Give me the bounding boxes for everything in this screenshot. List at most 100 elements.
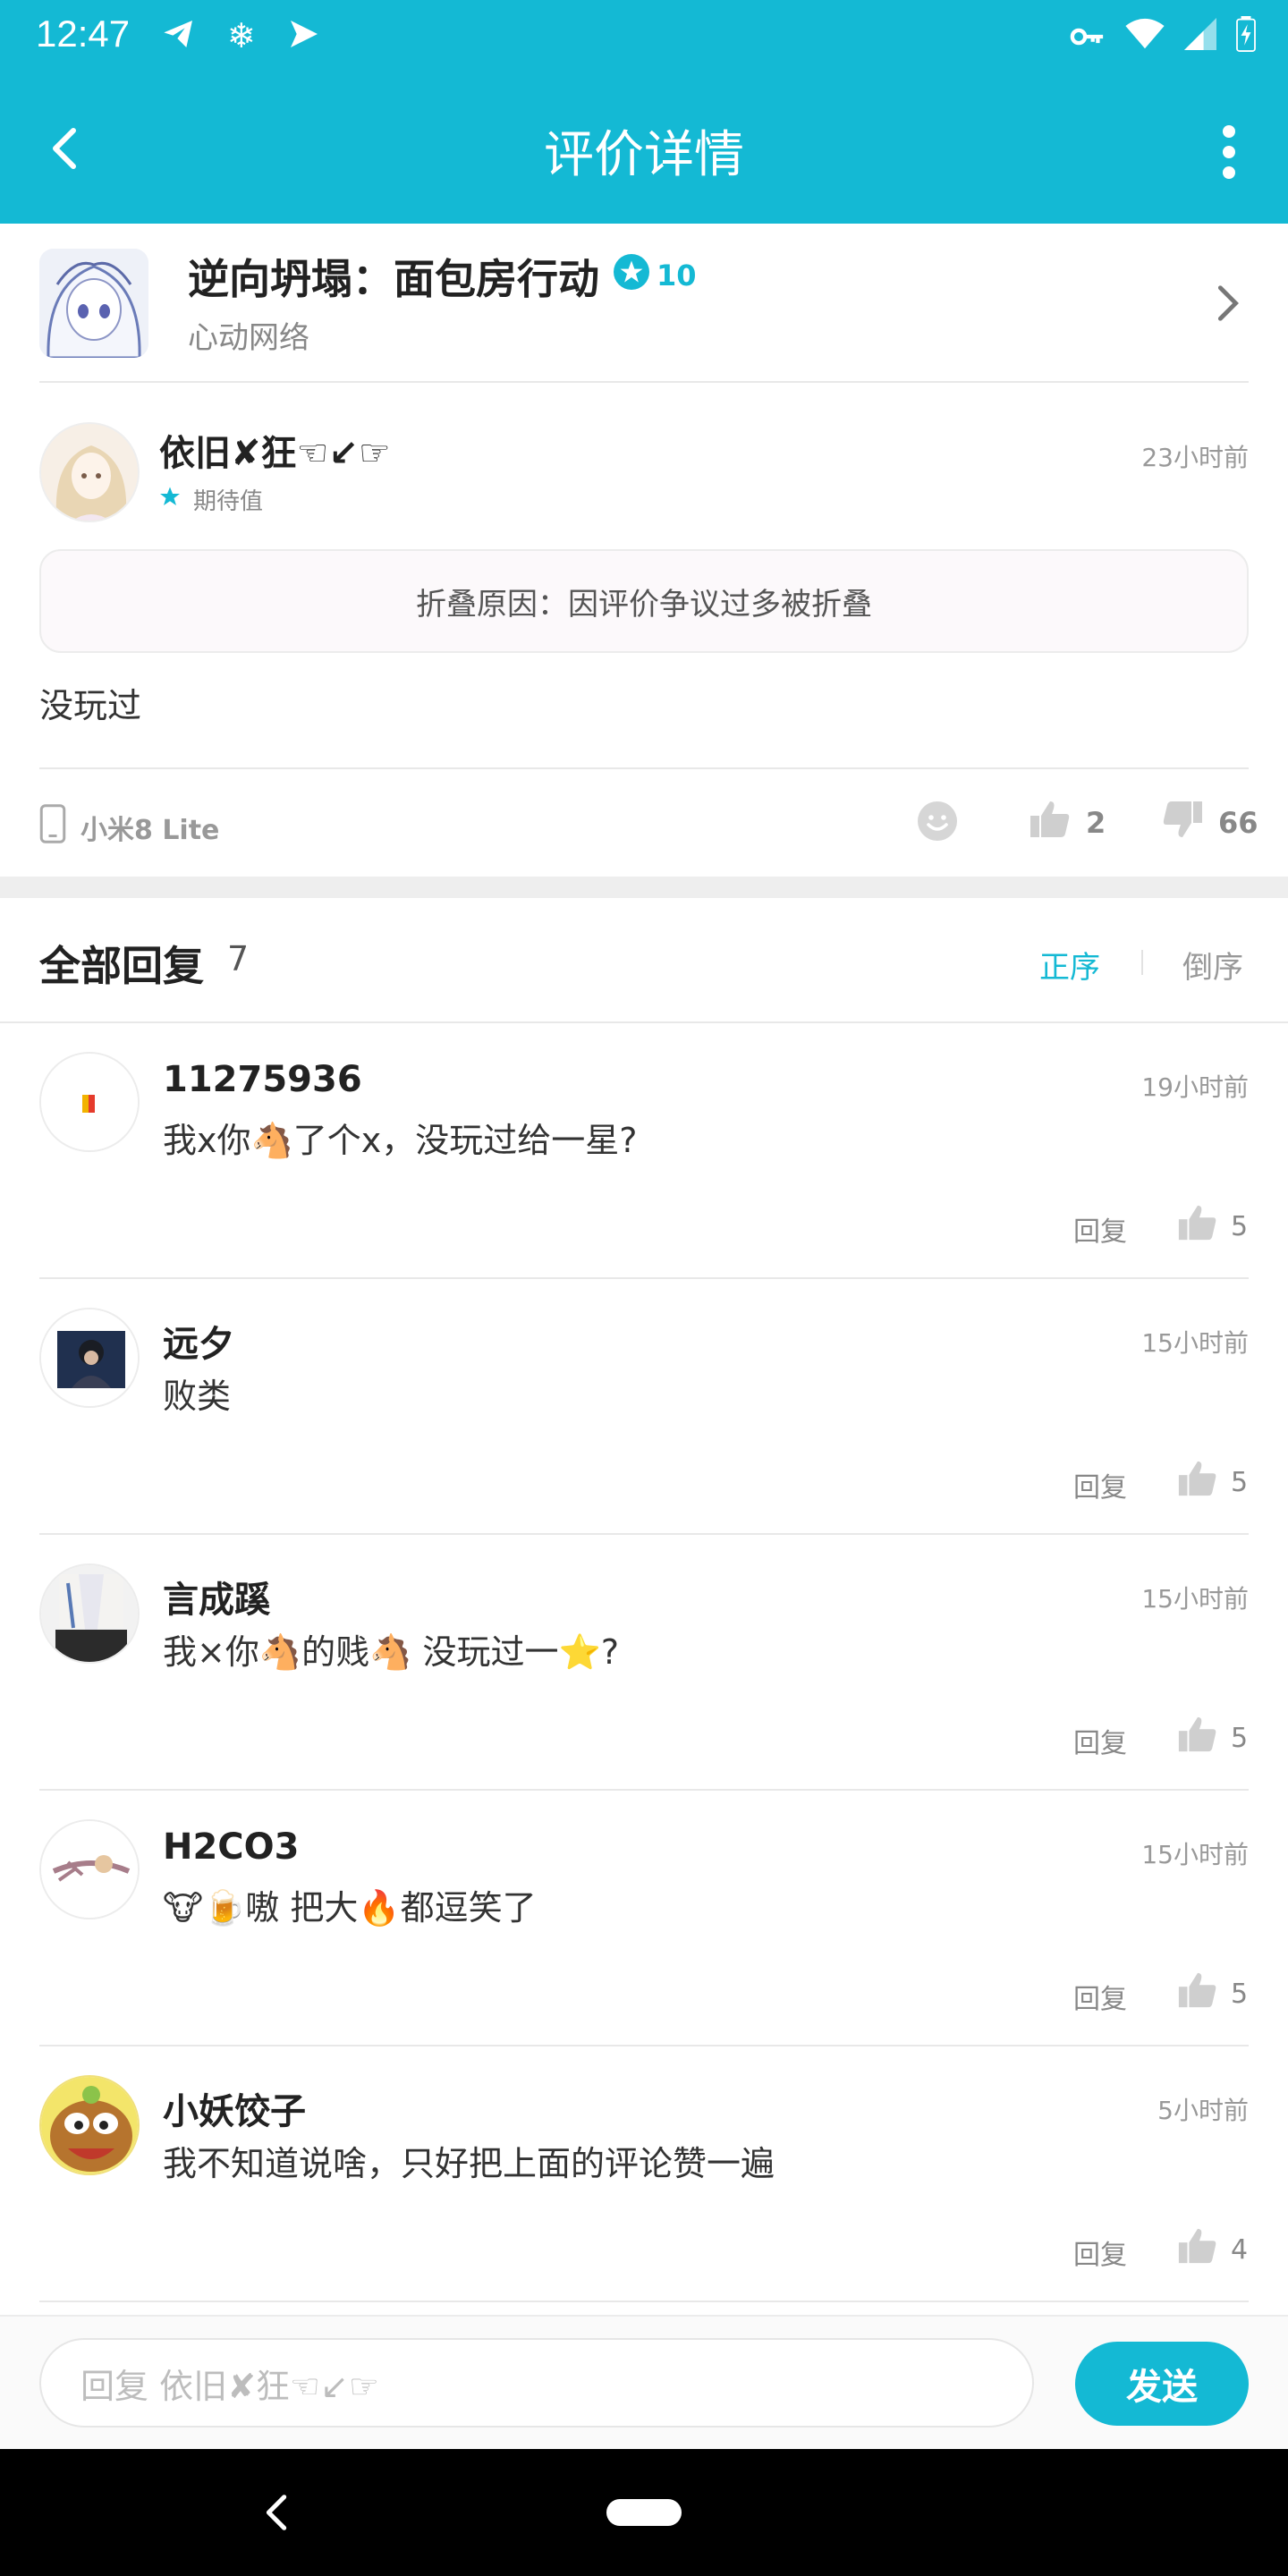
reply-like-count: 5: [1231, 1210, 1249, 1242]
score-value: 10: [657, 258, 697, 292]
game-developer: 心动网络: [188, 320, 309, 356]
reply-button[interactable]: 回复: [1073, 1977, 1127, 2016]
reply-button[interactable]: 回复: [1073, 1209, 1127, 1249]
device-name: 小米8 Lite: [80, 815, 220, 846]
reply-author-name[interactable]: 言成蹊: [163, 1571, 270, 1623]
replies-count: 7: [227, 939, 250, 979]
game-score: 10: [614, 254, 697, 297]
reply-button[interactable]: 回复: [1073, 1465, 1127, 1504]
reply-avatar[interactable]: [39, 1563, 140, 1664]
reply-text: 我x你🐴了个x，没玩过给一星?: [163, 1121, 638, 1160]
reply-input-bar: 回复 依旧✘狂☜↙☞ 发送: [0, 2315, 1288, 2449]
system-nav-bar: [0, 2449, 1288, 2576]
review-rating: 期待值: [159, 483, 263, 516]
status-bar: 12:47 ❄: [0, 0, 1288, 75]
section-divider: [0, 877, 1288, 898]
reply-like-count: 4: [1231, 2233, 1249, 2266]
review-footer: 小米8 Lite 2 66: [39, 769, 1258, 873]
sort-descending-tab[interactable]: 倒序: [1182, 943, 1243, 987]
review-dislike-count: 66: [1218, 806, 1258, 840]
signal-icon: [1184, 18, 1216, 58]
reply-avatar[interactable]: [39, 1308, 140, 1408]
score-star-icon: [614, 254, 649, 297]
reply-text: 我不知道说啥，只好把上面的评论赞一遍: [163, 2144, 775, 2183]
wifi-icon: [1125, 18, 1165, 58]
telegram-icon: [161, 16, 197, 60]
reply-like-button[interactable]: 5: [1177, 1714, 1248, 1762]
thumbs-up-icon: [1177, 1202, 1218, 1250]
status-time: 12:47: [36, 13, 131, 55]
rating-label: 期待值: [193, 488, 264, 515]
status-system-icons: [1070, 16, 1256, 60]
replies-title: 全部回复: [39, 942, 204, 990]
review-author-avatar[interactable]: [39, 422, 140, 522]
reply-button[interactable]: 回复: [1073, 2233, 1127, 2272]
review-dislike-button[interactable]: 66: [1161, 798, 1258, 848]
game-title: 逆向坍塌：面包房行动: [188, 255, 599, 303]
reply-author-name[interactable]: 小妖饺子: [163, 2082, 306, 2134]
page-title: 评价详情: [544, 126, 744, 182]
reply-like-count: 5: [1231, 1722, 1249, 1754]
thumbs-up-icon: [1177, 1458, 1218, 1506]
reply-author-name[interactable]: 11275936: [163, 1059, 362, 1100]
game-info-row[interactable]: 逆向坍塌：面包房行动 10 心动网络: [39, 224, 1249, 383]
reply-time: 15小时前: [1141, 1840, 1249, 1869]
replies-header: 全部回复 7 正序 倒序: [0, 898, 1288, 1023]
reply-author-name[interactable]: H2CO3: [163, 1826, 300, 1868]
thumbs-down-icon: [1161, 798, 1204, 848]
reply-item: 远夕 15小时前 败类 回复 5: [39, 1279, 1249, 1535]
send-button[interactable]: 发送: [1075, 2342, 1249, 2426]
reply-time: 15小时前: [1141, 1584, 1249, 1614]
thumbs-up-icon: [1029, 798, 1072, 848]
fold-reason-box: 折叠原因：因评价争议过多被折叠: [39, 549, 1249, 653]
status-notification-icons: ❄: [161, 16, 322, 60]
review-content: 没玩过: [39, 686, 142, 725]
review-like-button[interactable]: 2: [1029, 798, 1106, 848]
thumbs-up-icon: [1177, 2225, 1218, 2274]
reply-avatar[interactable]: [39, 2075, 140, 2175]
reply-avatar[interactable]: [39, 1819, 140, 1919]
fold-reason-text: 折叠原因：因评价争议过多被折叠: [416, 586, 872, 623]
reply-item: H2CO3 15小时前 🐮🍺嗷 把大🔥都逗笑了 回复 5: [39, 1791, 1249, 2046]
send-icon: [286, 16, 322, 60]
reply-item: 言成蹊 15小时前 我×你🐴的贱🐴 没玩过一⭐? 回复 5: [39, 1535, 1249, 1791]
reply-author-name[interactable]: 远夕: [163, 1315, 234, 1367]
reply-like-button[interactable]: 5: [1177, 1458, 1248, 1506]
reply-like-button[interactable]: 4: [1177, 2225, 1248, 2274]
reply-like-count: 5: [1231, 1466, 1249, 1498]
chevron-right-icon: [1211, 283, 1243, 324]
reply-like-button[interactable]: 5: [1177, 1202, 1248, 1250]
reply-time: 5小时前: [1157, 2096, 1249, 2125]
thumbs-up-icon: [1177, 1970, 1218, 2018]
reply-time: 19小时前: [1141, 1072, 1249, 1102]
reply-button[interactable]: 回复: [1073, 1721, 1127, 1760]
nav-back-icon[interactable]: [259, 2490, 295, 2535]
reply-text: 🐮🍺嗷 把大🔥都逗笑了: [163, 1888, 537, 1928]
reply-input[interactable]: 回复 依旧✘狂☜↙☞: [39, 2338, 1034, 2428]
sort-ascending-tab[interactable]: 正序: [1039, 943, 1100, 987]
battery-icon: [1236, 16, 1256, 60]
thumbs-up-icon: [1177, 1714, 1218, 1762]
review-like-count: 2: [1086, 806, 1106, 840]
review-card: 依旧✘狂☜↙☞ 23小时前 期待值 折叠原因：因评价争议过多被折叠 没玩过: [39, 383, 1249, 769]
sort-separator: [1141, 950, 1143, 975]
reply-text: 我×你🐴的贱🐴 没玩过一⭐?: [163, 1632, 620, 1672]
nav-home-pill[interactable]: [606, 2499, 682, 2526]
snowflake-icon: ❄: [227, 16, 256, 55]
emoji-reaction-icon[interactable]: [916, 800, 959, 843]
review-author-name[interactable]: 依旧✘狂☜↙☞: [159, 424, 391, 476]
reply-like-button[interactable]: 5: [1177, 1970, 1248, 2018]
more-options-icon[interactable]: [1220, 125, 1238, 179]
phone-icon: [39, 803, 66, 852]
reply-text: 败类: [163, 1377, 232, 1416]
game-cover-image: [39, 249, 148, 358]
reply-item: 小妖饺子 5小时前 我不知道说啥，只好把上面的评论赞一遍 回复 4: [39, 2046, 1249, 2302]
reply-avatar[interactable]: [39, 1052, 140, 1152]
app-header: 评价详情: [0, 75, 1288, 224]
reply-time: 15小时前: [1141, 1328, 1249, 1358]
reply-like-count: 5: [1231, 1978, 1249, 2010]
review-time: 23小时前: [1141, 443, 1249, 472]
key-icon: [1070, 19, 1106, 58]
star-icon: [159, 486, 181, 513]
reply-item: 11275936 19小时前 我x你🐴了个x，没玩过给一星? 回复 5: [39, 1023, 1249, 1279]
